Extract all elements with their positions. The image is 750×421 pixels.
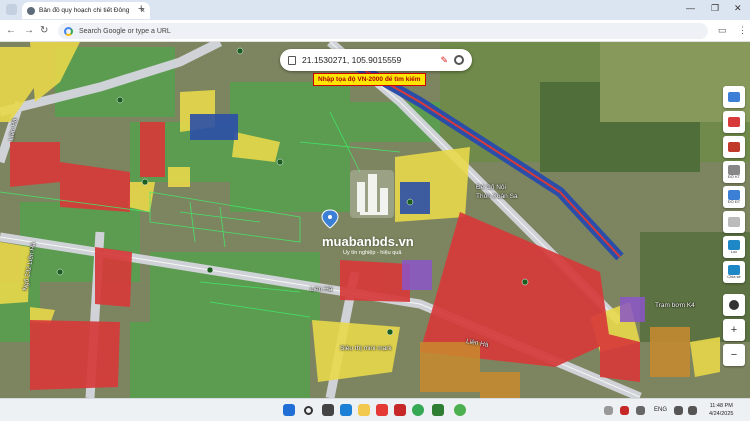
exit-button[interactable] bbox=[723, 111, 745, 133]
zoom-out-button[interactable]: − bbox=[723, 344, 745, 366]
file-explorer-icon[interactable] bbox=[358, 404, 370, 416]
language-indicator[interactable]: ENG bbox=[654, 407, 667, 413]
browser-tab[interactable]: Bản đồ quy hoạch chi tiết Đông × bbox=[22, 2, 150, 19]
taskbar: ENG 11:48 PM 4/24/2025 bbox=[0, 398, 750, 421]
map-toolbar: ĐỘ KT ĐỘ ĐT Lọc Chia sẻ + − bbox=[723, 86, 745, 366]
watermark-text: muabanbds.vn bbox=[322, 234, 414, 249]
save-button[interactable]: ĐỘ ĐT bbox=[723, 186, 745, 208]
exit-icon bbox=[728, 117, 740, 127]
coordinate-input[interactable]: 21.1530271, 105.9015559 bbox=[302, 55, 434, 65]
address-bar[interactable]: Search Google or type a URL bbox=[58, 23, 708, 39]
share-button[interactable]: Chia sẻ bbox=[723, 261, 745, 283]
google-icon bbox=[64, 26, 73, 36]
app-icon[interactable] bbox=[432, 404, 444, 416]
coordinate-hint: Nhập tọa độ VN-2000 để tìm kiếm bbox=[313, 73, 426, 86]
place-label: Trạm bơm K4 bbox=[655, 302, 695, 309]
favicon-icon bbox=[27, 6, 35, 15]
wifi-icon[interactable] bbox=[674, 406, 683, 415]
tab-list-button[interactable] bbox=[6, 4, 17, 15]
zoom-out-icon: − bbox=[730, 349, 738, 361]
home-button[interactable] bbox=[723, 86, 745, 108]
browser-tab-strip: Bản đồ quy hoạch chi tiết Đông × + — ❐ ✕ bbox=[0, 0, 750, 20]
clock-date: 4/24/2025 bbox=[709, 411, 734, 417]
tray-app-icon[interactable] bbox=[620, 406, 629, 415]
edge-icon[interactable] bbox=[340, 404, 352, 416]
clear-pin-icon[interactable]: ✎ bbox=[440, 55, 448, 66]
place-label: Siêu thị mini mark bbox=[340, 345, 392, 352]
minimize-button[interactable]: — bbox=[686, 3, 695, 13]
home-icon bbox=[728, 92, 740, 102]
reload-icon[interactable]: ↻ bbox=[40, 25, 48, 36]
gps-icon bbox=[729, 300, 739, 310]
filter-button[interactable]: Lọc bbox=[723, 236, 745, 258]
new-tab-button[interactable]: + bbox=[138, 3, 144, 15]
tab-title: Bản đồ quy hoạch chi tiết Đông bbox=[39, 7, 130, 14]
volume-icon[interactable] bbox=[688, 406, 697, 415]
place-label: Đê Cổ Nội bbox=[476, 184, 506, 191]
start-icon[interactable] bbox=[283, 404, 295, 416]
app-icon[interactable] bbox=[394, 404, 406, 416]
layers-icon bbox=[728, 142, 740, 152]
document-button[interactable] bbox=[723, 211, 745, 233]
back-icon[interactable]: ← bbox=[6, 25, 16, 36]
menu-icon[interactable]: ⋮ bbox=[738, 25, 747, 36]
watermark-tagline: Uy tín nghiệp - hiệu quả bbox=[343, 250, 402, 256]
road-label: Liên Hà bbox=[310, 286, 333, 293]
forward-icon[interactable]: → bbox=[24, 25, 34, 36]
zoom-in-button[interactable]: + bbox=[723, 319, 745, 341]
chrome-icon[interactable] bbox=[412, 404, 424, 416]
mail-icon[interactable] bbox=[376, 404, 388, 416]
app-icon[interactable] bbox=[454, 404, 466, 416]
gps-button[interactable] bbox=[723, 294, 745, 316]
tray-chevron-icon[interactable] bbox=[604, 406, 613, 415]
watermark-logo-icon bbox=[350, 170, 394, 218]
task-view-icon[interactable] bbox=[322, 404, 334, 416]
coordinate-search-box[interactable]: 21.1530271, 105.9015559 ✎ bbox=[280, 49, 472, 71]
clock-time: 11:48 PM bbox=[709, 403, 733, 409]
close-window-button[interactable]: ✕ bbox=[734, 3, 742, 14]
layers-button[interactable] bbox=[723, 136, 745, 158]
browser-toolbar: ← → ↻ Search Google or type a URL ▭ ⋮ bbox=[0, 20, 750, 42]
locate-icon[interactable] bbox=[454, 55, 464, 65]
tray-app-icon[interactable] bbox=[636, 406, 645, 415]
place-label: Thôn Xuân Sa bbox=[476, 193, 518, 200]
search-icon[interactable] bbox=[304, 406, 313, 415]
document-icon bbox=[728, 217, 740, 227]
maximize-button[interactable]: ❐ bbox=[711, 3, 719, 14]
address-placeholder: Search Google or type a URL bbox=[79, 27, 171, 35]
opacity-button[interactable]: ĐỘ KT bbox=[723, 161, 745, 183]
zoom-in-icon: + bbox=[730, 324, 738, 336]
cast-icon[interactable]: ▭ bbox=[718, 25, 727, 36]
planning-map[interactable]: Liên Hà Liên Hà Liên Hà Đê Cổ Nội Thôn X… bbox=[0, 42, 750, 398]
clock[interactable]: 11:48 PM 4/24/2025 bbox=[709, 402, 733, 418]
copy-icon[interactable] bbox=[288, 55, 296, 65]
